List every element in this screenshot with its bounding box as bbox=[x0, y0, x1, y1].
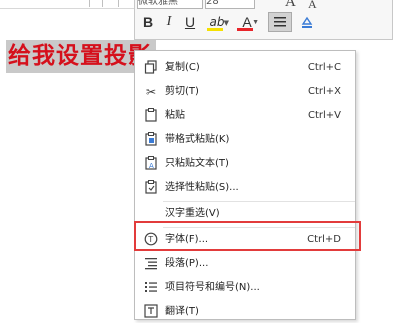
menu-item-label: 粘贴 bbox=[165, 110, 185, 121]
font-size-select[interactable]: 28 bbox=[205, 0, 255, 9]
font-color-bar bbox=[237, 28, 253, 31]
paste-special-icon bbox=[143, 180, 159, 196]
menu-item-label: 复制(C) bbox=[165, 62, 200, 73]
menu-item-reselect-chinese[interactable]: 汉字重选(V) bbox=[135, 203, 355, 225]
menu-item-paste[interactable]: 粘贴 Ctrl+V bbox=[135, 105, 355, 127]
menu-separator bbox=[163, 227, 355, 228]
menu-item-translate[interactable]: 翻译(T) bbox=[135, 301, 355, 323]
chevron-down-icon[interactable]: ▼ bbox=[252, 13, 259, 33]
bullets-icon bbox=[143, 280, 159, 296]
mini-formatting-toolbar: 微软雅黑 28 A A B I U ab ▼ A ▼ bbox=[134, 0, 393, 40]
grow-font-icon[interactable]: A bbox=[285, 0, 296, 10]
menu-item-paragraph[interactable]: 段落(P)... bbox=[135, 253, 355, 275]
font-name-select[interactable]: 微软雅黑 bbox=[137, 0, 203, 9]
menu-item-label: 选择性粘贴(S)... bbox=[165, 182, 239, 193]
shrink-font-icon[interactable]: A bbox=[308, 0, 317, 11]
page-margin-mark bbox=[102, 0, 103, 7]
bold-button[interactable]: B bbox=[141, 12, 155, 32]
scissors-icon: ✂ bbox=[145, 85, 157, 99]
align-center-icon bbox=[274, 17, 286, 27]
svg-text:T: T bbox=[147, 235, 153, 244]
svg-text:A: A bbox=[149, 162, 154, 170]
paste-formatted-icon bbox=[143, 132, 159, 148]
highlight-label: ab bbox=[209, 15, 225, 29]
menu-item-font[interactable]: T 字体(F)... Ctrl+D bbox=[135, 229, 355, 251]
translate-icon bbox=[143, 304, 159, 320]
underline-button[interactable]: U bbox=[183, 12, 197, 32]
menu-item-label: 只粘贴文本(T) bbox=[165, 158, 229, 169]
menu-item-shortcut: Ctrl+D bbox=[307, 234, 341, 245]
menu-separator bbox=[163, 201, 355, 202]
menu-item-label: 段落(P)... bbox=[165, 258, 209, 269]
menu-item-shortcut: Ctrl+X bbox=[307, 86, 341, 97]
italic-button[interactable]: I bbox=[163, 12, 175, 32]
font-icon: T bbox=[143, 232, 159, 248]
menu-item-label: 项目符号和编号(N)... bbox=[165, 282, 260, 293]
copy-icon bbox=[143, 60, 159, 76]
menu-item-label: 字体(F)... bbox=[165, 234, 209, 245]
menu-item-paste-text-only[interactable]: A 只粘贴文本(T) bbox=[135, 153, 355, 175]
page-margin-mark bbox=[118, 0, 119, 7]
menu-item-label: 汉字重选(V) bbox=[165, 208, 220, 219]
paragraph-icon bbox=[143, 256, 159, 272]
menu-item-label: 带格式粘贴(K) bbox=[165, 134, 230, 145]
shading-button[interactable] bbox=[297, 12, 317, 32]
paste-text-icon: A bbox=[143, 156, 159, 172]
page-margin-mark bbox=[89, 0, 90, 7]
paste-icon bbox=[143, 108, 159, 124]
menu-item-label: 剪切(T) bbox=[165, 86, 199, 97]
menu-item-paste-formatted[interactable]: 带格式粘贴(K) bbox=[135, 129, 355, 151]
chevron-down-icon[interactable]: ▼ bbox=[224, 13, 229, 33]
menu-item-shortcut: Ctrl+V bbox=[307, 110, 341, 121]
menu-item-shortcut: Ctrl+C bbox=[307, 62, 341, 73]
font-color-button[interactable]: A ▼ bbox=[235, 12, 259, 32]
highlight-button[interactable]: ab ▼ bbox=[205, 12, 229, 32]
paint-bucket-icon bbox=[301, 16, 313, 28]
menu-item-bullets-numbering[interactable]: 项目符号和编号(N)... bbox=[135, 277, 355, 299]
context-menu: 复制(C) Ctrl+C ✂ 剪切(T) Ctrl+X 粘贴 Ctrl+V 带格… bbox=[134, 50, 356, 320]
align-button[interactable] bbox=[268, 12, 292, 32]
menu-item-paste-special[interactable]: 选择性粘贴(S)... bbox=[135, 177, 355, 199]
menu-item-cut[interactable]: ✂ 剪切(T) Ctrl+X bbox=[135, 81, 355, 103]
menu-item-copy[interactable]: 复制(C) Ctrl+C bbox=[135, 57, 355, 79]
page-top-border bbox=[0, 8, 134, 9]
menu-item-label: 翻译(T) bbox=[165, 306, 199, 317]
highlight-color-bar bbox=[207, 28, 223, 31]
